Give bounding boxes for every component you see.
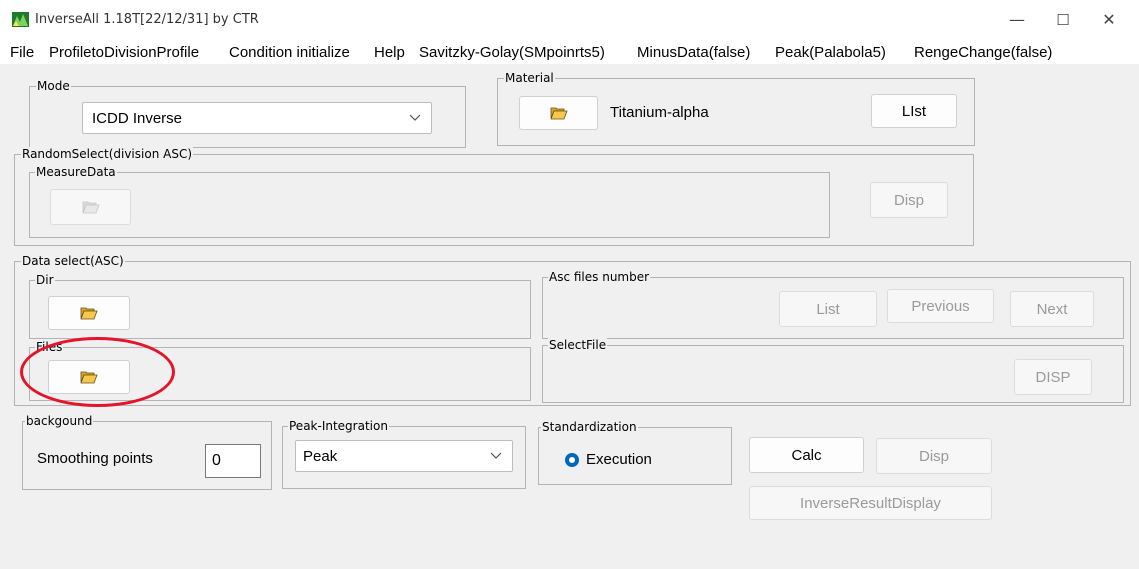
random-disp-button[interactable]: Disp <box>870 182 948 218</box>
app-icon <box>12 12 29 27</box>
mode-select-value: ICDD Inverse <box>92 110 183 127</box>
menu-profile-to-division[interactable]: ProfiletoDivisionProfile <box>49 44 199 62</box>
close-button[interactable]: ✕ <box>1086 8 1132 32</box>
random-select-group: RandomSelect(division ASC) MeasureData D… <box>14 147 974 246</box>
standardization-group: Standardization Execution <box>538 420 732 485</box>
highlight-annotation <box>20 337 175 407</box>
peak-integration-value: Peak <box>303 448 338 465</box>
material-name: Titanium-alpha <box>610 104 709 121</box>
material-group: Material Titanium-alpha LIst <box>497 71 975 146</box>
mode-group-label: Mode <box>36 79 71 93</box>
menu-peak[interactable]: Peak(Palabola5) <box>775 44 886 62</box>
menu-savitzky-golay[interactable]: Savitzky-Golay(SMpoinrts5) <box>419 44 605 62</box>
peak-integration-group: Peak-Integration Peak <box>282 419 526 489</box>
peak-integration-label: Peak-Integration <box>288 419 389 433</box>
select-file-group: SelectFile DISP <box>542 338 1124 403</box>
select-file-label: SelectFile <box>548 338 608 352</box>
folder-open-icon <box>81 201 100 214</box>
folder-open-icon <box>549 107 568 120</box>
mode-group: Mode ICDD Inverse <box>29 79 466 148</box>
material-open-button[interactable] <box>519 96 598 130</box>
execution-radio[interactable] <box>565 453 579 467</box>
material-list-button[interactable]: LIst <box>871 94 957 128</box>
background-group: backgound Smoothing points 0 <box>22 414 272 490</box>
random-select-label: RandomSelect(division ASC) <box>21 147 194 161</box>
smoothing-points-input[interactable]: 0 <box>205 444 261 478</box>
measure-data-group: MeasureData <box>29 165 830 238</box>
select-file-disp-button[interactable]: DISP <box>1014 359 1092 395</box>
dir-group: Dir <box>29 273 531 339</box>
calc-button[interactable]: Calc <box>749 437 864 473</box>
menu-bar: File ProfiletoDivisionProfile Condition … <box>0 40 1139 64</box>
minimize-button[interactable]: — <box>994 8 1040 32</box>
next-button[interactable]: Next <box>1010 291 1094 327</box>
menu-file[interactable]: File <box>10 44 34 62</box>
material-group-label: Material <box>504 71 555 85</box>
title-bar: InverseAll 1.18T[22/12/31] by CTR — ☐ ✕ <box>0 0 1139 40</box>
data-select-group: Data select(ASC) Dir Files Asc files num… <box>14 254 1131 406</box>
chevron-down-icon <box>409 114 421 121</box>
asc-files-number-label: Asc files number <box>548 270 651 284</box>
execution-label[interactable]: Execution <box>586 451 652 468</box>
menu-range-change[interactable]: RengeChange(false) <box>914 44 1052 62</box>
asc-list-button[interactable]: List <box>779 291 877 327</box>
inverse-result-display-button[interactable]: InverseResultDisplay <box>749 486 992 520</box>
asc-files-number-group: Asc files number List Previous Next <box>542 270 1124 339</box>
folder-open-icon <box>80 307 98 320</box>
menu-condition-initialize[interactable]: Condition initialize <box>229 44 350 62</box>
previous-button[interactable]: Previous <box>887 289 994 323</box>
dir-label: Dir <box>35 273 55 287</box>
data-select-label: Data select(ASC) <box>21 254 125 268</box>
smoothing-points-value: 0 <box>212 452 221 469</box>
maximize-button[interactable]: ☐ <box>1040 8 1086 32</box>
background-label: backgound <box>25 414 94 428</box>
peak-integration-select[interactable]: Peak <box>295 440 513 472</box>
chevron-down-icon <box>490 452 502 459</box>
disp-button[interactable]: Disp <box>876 438 992 474</box>
measure-data-open-button[interactable] <box>50 189 131 225</box>
dir-open-button[interactable] <box>48 296 130 330</box>
measure-data-label: MeasureData <box>35 165 117 179</box>
standardization-label: Standardization <box>541 420 638 434</box>
mode-select[interactable]: ICDD Inverse <box>82 102 432 134</box>
smoothing-points-label: Smoothing points <box>37 450 153 467</box>
window-title: InverseAll 1.18T[22/12/31] by CTR <box>35 12 259 27</box>
menu-minus-data[interactable]: MinusData(false) <box>637 44 750 62</box>
menu-help[interactable]: Help <box>374 44 405 62</box>
